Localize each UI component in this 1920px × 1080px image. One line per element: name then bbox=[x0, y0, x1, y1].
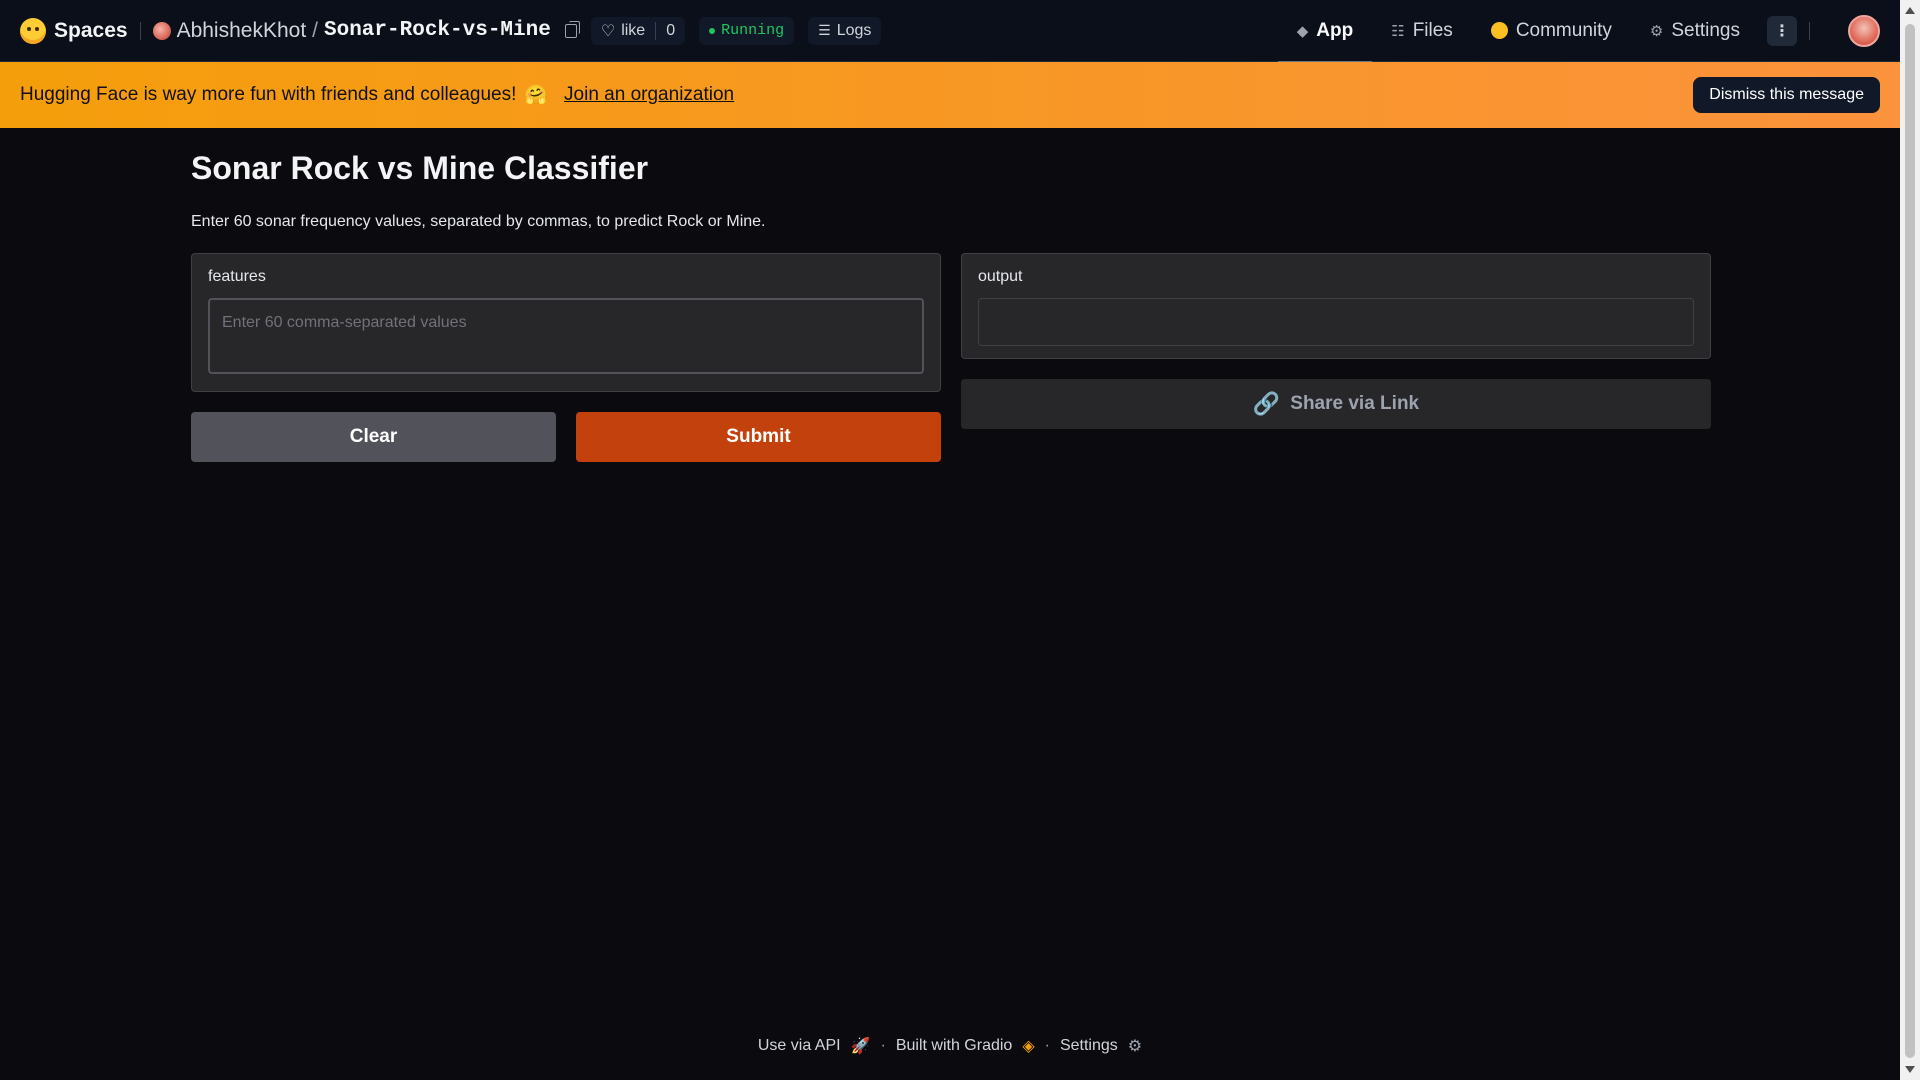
link-icon: 🔗 bbox=[1252, 391, 1281, 416]
page-description: Enter 60 sonar frequency values, separat… bbox=[191, 213, 766, 230]
tab-app-label: App bbox=[1316, 19, 1354, 41]
heart-icon: ♡ bbox=[600, 22, 616, 40]
logs-button[interactable]: ☰ Logs bbox=[808, 16, 882, 45]
features-block: features bbox=[191, 253, 941, 392]
breadcrumb-separator: / bbox=[312, 18, 318, 42]
footer-settings-link[interactable]: Settings bbox=[1060, 1037, 1118, 1055]
divider bbox=[1809, 21, 1810, 40]
community-icon bbox=[1490, 22, 1508, 39]
io-row: features Clear Submit output 🔗 Share via… bbox=[191, 253, 1711, 462]
gradio-logo-icon: ◈ bbox=[1022, 1038, 1035, 1055]
input-column: features Clear Submit bbox=[191, 253, 941, 462]
scroll-down-arrow-icon[interactable] bbox=[1905, 1066, 1915, 1073]
share-via-link-button[interactable]: 🔗 Share via Link bbox=[961, 379, 1711, 429]
top-navbar: Spaces AbhishekKhot / Sonar-Rock-vs-Mine… bbox=[0, 0, 1900, 63]
output-block: output bbox=[961, 253, 1711, 359]
share-label: Share via Link bbox=[1290, 393, 1420, 414]
action-buttons: Clear Submit bbox=[191, 412, 941, 462]
features-input[interactable] bbox=[208, 298, 924, 374]
output-column: output 🔗 Share via Link bbox=[961, 253, 1711, 462]
tab-app[interactable]: ◆ App bbox=[1277, 0, 1373, 63]
hugging-face-logo-icon bbox=[20, 17, 46, 44]
user-avatar[interactable] bbox=[1848, 14, 1880, 47]
clear-button[interactable]: Clear bbox=[191, 412, 556, 462]
rocket-icon: 🚀 bbox=[850, 1038, 871, 1055]
copy-icon[interactable] bbox=[564, 20, 580, 38]
status-badge[interactable]: Running bbox=[699, 16, 795, 45]
tab-community[interactable]: Community bbox=[1472, 0, 1631, 62]
brand-name: Spaces bbox=[54, 18, 128, 42]
like-count: 0 bbox=[655, 21, 675, 40]
tab-files[interactable]: ☷ Files bbox=[1372, 0, 1472, 62]
space-nav: ◆ App ☷ Files Community ⚙ Settings ⋮ bbox=[1277, 0, 1880, 63]
gear-icon: ⚙ bbox=[1127, 1038, 1143, 1055]
use-via-api-link[interactable]: Use via API bbox=[758, 1037, 841, 1055]
owner-avatar bbox=[152, 21, 171, 40]
footer-separator: · bbox=[880, 1037, 886, 1054]
tab-settings[interactable]: ⚙ Settings bbox=[1631, 0, 1759, 62]
scroll-up-arrow-icon[interactable] bbox=[1905, 7, 1915, 14]
scroll-thumb[interactable] bbox=[1905, 24, 1915, 1058]
breadcrumb: AbhishekKhot / Sonar-Rock-vs-Mine bbox=[152, 18, 580, 43]
footer-separator: · bbox=[1044, 1037, 1050, 1054]
more-options-button[interactable]: ⋮ bbox=[1767, 15, 1797, 46]
tab-files-label: Files bbox=[1412, 19, 1453, 41]
built-with-gradio-link[interactable]: Built with Gradio bbox=[896, 1037, 1013, 1055]
cube-icon: ◆ bbox=[1296, 22, 1309, 40]
output-field[interactable] bbox=[978, 298, 1694, 346]
like-label: like bbox=[621, 21, 646, 39]
hugging-emoji-icon: 🤗 bbox=[524, 85, 549, 106]
app-container: Sonar Rock vs Mine Classifier Enter 60 s… bbox=[191, 128, 1711, 462]
tab-community-label: Community bbox=[1515, 19, 1612, 41]
spaces-brand[interactable]: Spaces bbox=[20, 17, 128, 44]
vertical-scrollbar[interactable] bbox=[1900, 0, 1920, 1080]
gear-icon: ⚙ bbox=[1649, 22, 1664, 40]
output-label: output bbox=[978, 268, 1023, 285]
logs-label: Logs bbox=[836, 21, 872, 39]
org-banner: Hugging Face is way more fun with friend… bbox=[0, 62, 1900, 128]
banner-message: Hugging Face is way more fun with friend… bbox=[20, 84, 517, 105]
submit-button[interactable]: Submit bbox=[576, 412, 941, 462]
footer: Use via API 🚀 · Built with Gradio ◈ · Se… bbox=[0, 1036, 1900, 1056]
logs-icon: ☰ bbox=[818, 22, 831, 38]
divider bbox=[139, 21, 141, 40]
page-title: Sonar Rock vs Mine Classifier bbox=[191, 150, 649, 186]
files-icon: ☷ bbox=[1391, 22, 1405, 40]
status-text: Running bbox=[721, 22, 785, 39]
features-label: features bbox=[208, 268, 266, 285]
dismiss-button[interactable]: Dismiss this message bbox=[1693, 77, 1880, 113]
repo-link[interactable]: Sonar-Rock-vs-Mine bbox=[324, 19, 551, 42]
owner-link[interactable]: AbhishekKhot bbox=[177, 19, 307, 43]
status-dot-icon bbox=[709, 27, 716, 34]
join-organization-link[interactable]: Join an organization bbox=[564, 84, 734, 106]
tab-settings-label: Settings bbox=[1671, 19, 1740, 41]
like-button[interactable]: ♡ like 0 bbox=[590, 16, 686, 45]
